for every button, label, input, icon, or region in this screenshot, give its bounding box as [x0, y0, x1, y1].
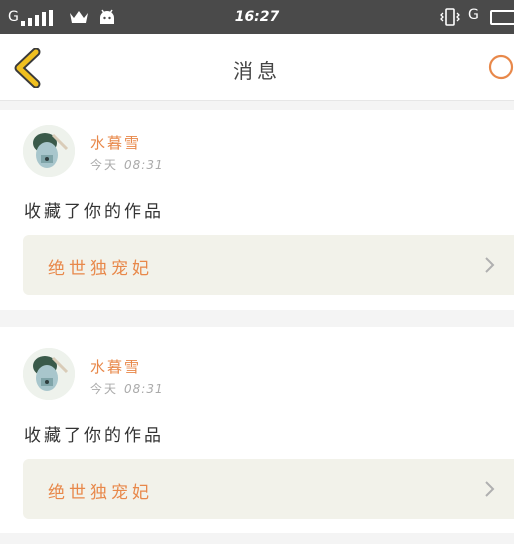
avatar[interactable] — [23, 125, 75, 177]
message-card: 水暮雪 今天 08:31 收藏了你的作品 绝世独宠妃 — [0, 327, 514, 533]
message-action: 收藏了你的作品 — [24, 426, 164, 446]
page-title: 消息 — [233, 59, 281, 83]
avatar-image — [23, 125, 75, 177]
message-action: 收藏了你的作品 — [24, 202, 164, 222]
message-day: 今天 — [90, 158, 119, 172]
message-time: 今天 08:31 — [90, 156, 164, 173]
message-time: 今天 08:31 — [90, 380, 164, 397]
avatar-image — [23, 348, 75, 400]
status-bar: G 16:27 G — [0, 0, 514, 34]
work-title: 绝世独宠妃 — [48, 483, 153, 503]
work-link[interactable]: 绝世独宠妃 — [23, 235, 514, 295]
chevron-right-icon — [485, 257, 495, 273]
message-clock: 08:31 — [124, 158, 164, 172]
message-clock: 08:31 — [124, 382, 164, 396]
avatar[interactable] — [23, 348, 75, 400]
work-link[interactable]: 绝世独宠妃 — [23, 459, 514, 519]
search-icon[interactable] — [486, 52, 514, 82]
message-username[interactable]: 水暮雪 — [90, 356, 141, 377]
vibrate-icon — [440, 8, 460, 26]
message-day: 今天 — [90, 382, 119, 396]
work-title: 绝世独宠妃 — [48, 259, 153, 279]
chevron-right-icon — [485, 481, 495, 497]
clock-time: 16:27 — [234, 9, 280, 25]
message-card: 水暮雪 今天 08:31 收藏了你的作品 绝世独宠妃 — [0, 110, 514, 310]
carrier-label-2: G — [468, 7, 479, 23]
nav-header: 消息 — [0, 34, 514, 101]
battery-icon — [490, 10, 514, 25]
message-username[interactable]: 水暮雪 — [90, 132, 141, 153]
